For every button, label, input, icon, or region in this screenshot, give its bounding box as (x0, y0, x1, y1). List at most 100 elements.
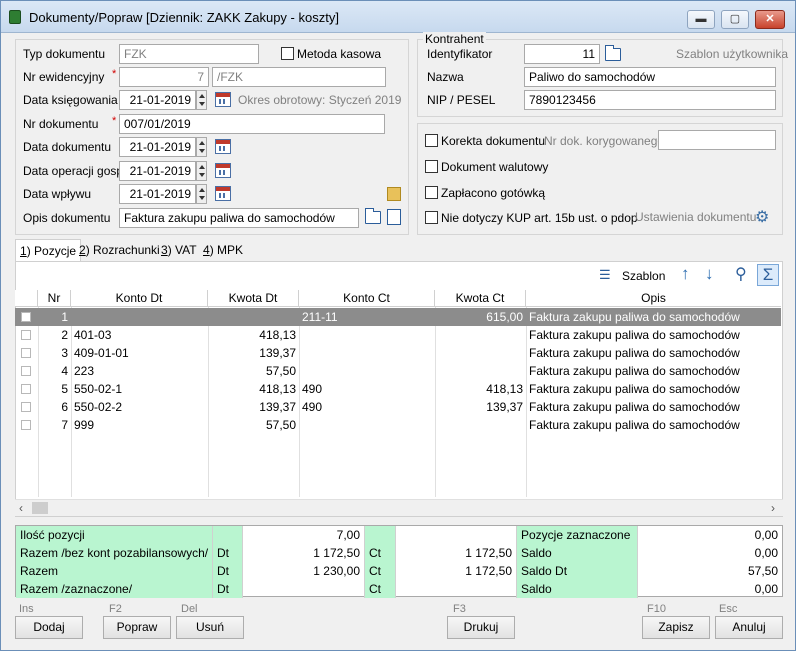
table-row[interactable]: 1 211-11 615,00 Faktura zakupu paliwa do sa… (15, 308, 781, 326)
datawp-field[interactable]: 21-01-2019 (119, 184, 196, 204)
minimize-button[interactable]: ▬ (687, 10, 715, 29)
template-icon[interactable]: ☰ (599, 267, 611, 283)
razem-bez-dt-label: Dt (213, 544, 243, 562)
dataop-calendar-icon[interactable] (215, 163, 231, 178)
datawp-calendar-icon[interactable] (215, 186, 231, 201)
razem-zazn-label: Razem /zaznaczone/ (16, 580, 213, 598)
walutowy-checkbox[interactable] (425, 160, 438, 173)
datak-label: Data księgowania (23, 93, 118, 107)
table-row[interactable]: 3 409-01-01 139,37 Faktura zakupu paliwa do… (15, 344, 781, 362)
tab-mpk[interactable]: 4) MPK (199, 239, 247, 261)
saldo-label: Saldo (517, 544, 638, 562)
anuluj-button[interactable]: Anuluj (715, 616, 783, 639)
datak-field[interactable]: 21-01-2019 (119, 90, 196, 110)
table-row[interactable]: 6 550-02-2 139,37 490 139,37 Faktura zakupu p… (15, 398, 781, 416)
row-checkbox[interactable] (21, 366, 31, 376)
table-row[interactable]: 5 550-02-1 418,13 490 418,13 Faktura zakupu p… (15, 380, 781, 398)
column-header[interactable]: Kwota Dt (208, 290, 299, 307)
row-checkbox[interactable] (21, 312, 31, 322)
nip-field[interactable]: 7890123456 (524, 90, 776, 110)
dodaj-button[interactable]: Dodaj (15, 616, 83, 639)
dataop-label: Data operacji gosp. (23, 164, 127, 178)
folder-icon[interactable] (365, 208, 381, 224)
tab-rozrachunki[interactable]: 2) Rozrachunki (75, 239, 164, 261)
okres-text: Okres obrotowy: Styczeń 2019 (238, 93, 402, 107)
horizontal-scrollbar[interactable]: ‹ › (15, 499, 783, 516)
row-checkbox[interactable] (21, 402, 31, 412)
gotowka-checkbox[interactable] (425, 186, 438, 199)
notes-icon[interactable] (387, 187, 401, 201)
close-button[interactable]: ✕ (755, 10, 785, 29)
szablon-uzytkownika-link[interactable]: Szablon użytkownika (676, 47, 788, 61)
scroll-left-icon[interactable]: ‹ (19, 501, 23, 515)
drukuj-button[interactable]: Drukuj (447, 616, 515, 639)
column-header[interactable]: Konto Dt (71, 290, 208, 307)
datak-spinner[interactable] (196, 90, 207, 110)
nrew-field[interactable]: 7 (119, 67, 209, 87)
move-up-icon[interactable]: ↑ (681, 264, 690, 284)
zapisz-button[interactable]: Zapisz (642, 616, 710, 639)
search-icon[interactable]: ⚲ (735, 264, 747, 284)
gear-icon[interactable]: ⚙ (755, 207, 769, 227)
sum-icon[interactable]: Σ (757, 264, 779, 286)
usun-button[interactable]: Usuń (176, 616, 244, 639)
typ-field[interactable]: FZK (119, 44, 259, 64)
cell-kwota-dt: 57,50 (265, 418, 296, 432)
cell-kwota-dt: 139,37 (259, 400, 296, 414)
move-down-icon[interactable]: ↓ (705, 264, 714, 284)
ustawienia-link[interactable]: Ustawienia dokumentu (635, 210, 756, 224)
cell-kwota-dt: 418,13 (259, 328, 296, 342)
tab-vat[interactable]: 3) VAT (157, 239, 201, 261)
scroll-thumb[interactable] (32, 502, 48, 514)
nazwa-field[interactable]: Paliwo do samochodów (524, 67, 776, 87)
row-checkbox[interactable] (21, 384, 31, 394)
datadok-spinner[interactable] (196, 137, 207, 157)
column-header[interactable]: Nr (38, 290, 71, 307)
folder-icon[interactable] (605, 45, 621, 61)
column-header[interactable]: Opis (526, 290, 781, 307)
tab-pozycje[interactable]: 1) Pozycje (15, 239, 82, 262)
dataop-spinner[interactable] (196, 161, 207, 181)
summary-blank (396, 526, 517, 544)
dataop-field[interactable]: 21-01-2019 (119, 161, 196, 181)
datak-calendar-icon[interactable] (215, 92, 231, 107)
table-row[interactable]: 7 999 57,50 Faktura zakupu paliwa do samoch… (15, 416, 781, 434)
cell-nr: 4 (61, 364, 68, 378)
nrdok-field[interactable]: 007/01/2019 (119, 114, 385, 134)
cell-konto-ct: 211-11 (302, 310, 338, 324)
key-hint: F3 (453, 603, 466, 615)
cell-nr: 3 (61, 346, 68, 360)
edit-description-icon[interactable] (387, 209, 401, 225)
summary-blank (365, 526, 396, 544)
datawp-spinner[interactable] (196, 184, 207, 204)
cell-opis: Faktura zakupu paliwa do samochodów (529, 310, 740, 324)
nrkor-field[interactable] (658, 130, 776, 150)
saldo-dt-value: 57,50 (747, 564, 778, 578)
datadok-calendar-icon[interactable] (215, 139, 231, 154)
window-title: Dokumenty/Popraw [Dziennik: ZAKK Zakupy … (29, 10, 339, 25)
table-row[interactable]: 4 223 57,50 Faktura zakupu paliwa do samoch… (15, 362, 781, 380)
row-checkbox[interactable] (21, 348, 31, 358)
id-field[interactable]: 11 (524, 44, 600, 64)
cell-konto-ct: 490 (302, 400, 323, 414)
razem-bez-dt: 1 172,50 (243, 544, 365, 562)
column-header[interactable]: Kwota Ct (435, 290, 526, 307)
column-header[interactable]: Konto Ct (299, 290, 435, 307)
opis-label: Opis dokumentu (23, 211, 111, 225)
scroll-right-icon[interactable]: › (771, 501, 775, 515)
row-checkbox[interactable] (21, 330, 31, 340)
opis-field[interactable]: Faktura zakupu paliwa do samochodów (119, 208, 359, 228)
szablon-button[interactable]: Szablon (622, 269, 665, 283)
metoda-kasowa-checkbox[interactable] (281, 47, 294, 60)
required-mark: * (112, 115, 117, 127)
popraw-button[interactable]: Popraw (103, 616, 171, 639)
kup-checkbox[interactable] (425, 211, 438, 224)
required-mark: * (112, 68, 117, 80)
korekta-label: Korekta dokumentu (441, 134, 546, 148)
korekta-checkbox[interactable] (425, 134, 438, 147)
table-row[interactable]: 2 401-03 418,13 Faktura zakupu paliwa do sa… (15, 326, 781, 344)
cell-kwota-dt: 57,50 (265, 364, 296, 378)
row-checkbox[interactable] (21, 420, 31, 430)
datadok-field[interactable]: 21-01-2019 (119, 137, 196, 157)
maximize-button[interactable]: ▢ (721, 10, 749, 29)
